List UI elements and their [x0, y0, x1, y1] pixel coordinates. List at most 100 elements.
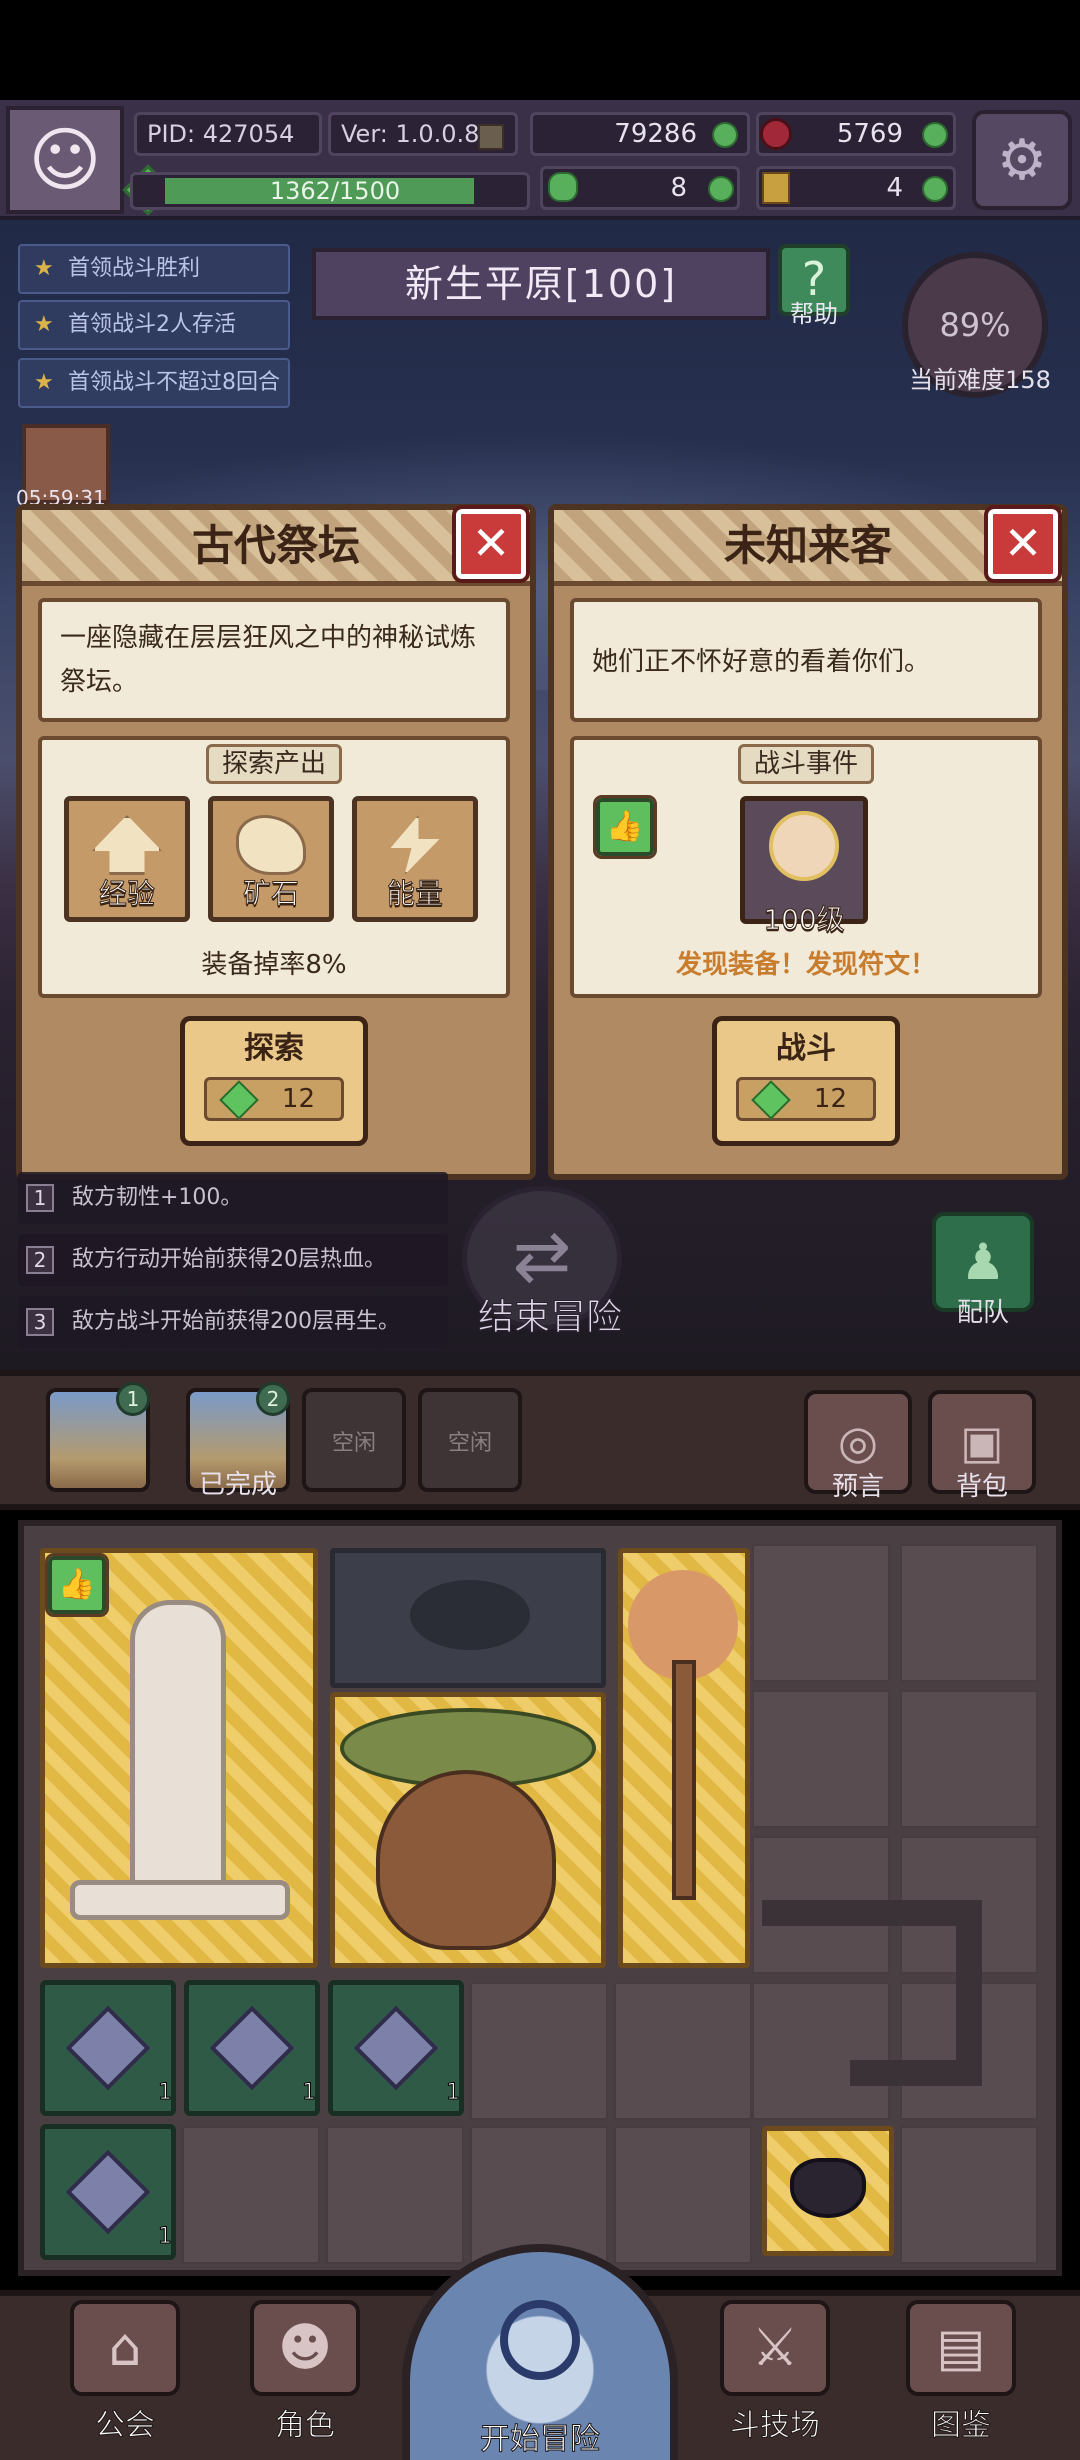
thumbs-up-icon: 👍	[45, 1553, 109, 1617]
ore-icon	[236, 815, 306, 875]
codex-book-icon: ▤	[906, 2300, 1016, 2396]
nav-label: 公会	[95, 2408, 156, 2444]
quest-label: 首领战斗2人存活	[68, 312, 236, 337]
shadow-creature-icon	[410, 1580, 530, 1650]
map-path	[762, 1900, 982, 1926]
grid-cell[interactable]	[900, 2126, 1038, 2264]
item-quantity: 1	[158, 2224, 173, 2250]
yield-label: 经验	[98, 877, 155, 910]
status-bar	[0, 0, 1080, 100]
modifier-text: 敌方韧性+100。	[72, 1185, 243, 1210]
nav-arena[interactable]: ⚔ 斗技场	[680, 2300, 870, 2444]
settings-gear-icon[interactable]: ⚙	[972, 110, 1072, 210]
quest-label: 首领战斗不超过8回合	[68, 370, 280, 395]
close-icon[interactable]: ✕	[452, 505, 530, 583]
panel-title: 未知来客	[554, 510, 1062, 586]
player-avatar[interactable]: ☺	[6, 106, 124, 214]
grid-cell[interactable]	[752, 1982, 890, 2120]
reward-text: 发现装备！发现符文！	[675, 950, 936, 980]
item-quantity: 1	[446, 2080, 461, 2106]
nav-codex[interactable]: ▤ 图鉴	[866, 2300, 1056, 2444]
grid-cell[interactable]	[470, 1982, 608, 2120]
nav-guild[interactable]: ⌂ 公会	[30, 2300, 220, 2444]
team-label[interactable]: 配队	[932, 1292, 1034, 1329]
character-icon: ☻	[250, 2300, 360, 2396]
pid-field: PID: 427054	[134, 112, 322, 156]
slot-idle-label: 空闲	[447, 1431, 492, 1456]
star-icon: ★	[34, 370, 54, 395]
drop-rate-text: 装备掉率8%	[201, 950, 347, 980]
slot-badge: 1	[116, 1382, 150, 1416]
cost-value: 12	[281, 1084, 315, 1114]
item-quantity: 1	[302, 2080, 317, 2106]
expedition-slot-3[interactable]: 空闲	[302, 1388, 406, 1492]
grid-cell[interactable]	[752, 1544, 890, 1682]
modifier-number: 3	[26, 1308, 54, 1336]
pid-text: PID: 427054	[147, 120, 295, 148]
grid-cell[interactable]	[614, 2126, 752, 2264]
gem-icon	[751, 1080, 791, 1120]
yield-ore[interactable]: 矿石	[208, 796, 334, 922]
thumbs-up-icon: 👍	[593, 795, 657, 859]
altar-base	[70, 1880, 290, 1920]
area-title: 新生平原[100]	[312, 248, 770, 320]
copy-icon[interactable]	[478, 124, 504, 150]
panel-title: 古代祭坛	[22, 510, 530, 586]
tree-trunk-icon	[672, 1660, 696, 1900]
prophecy-label[interactable]: 预言	[804, 1466, 912, 1503]
quest-item: ★ 首领战斗胜利	[18, 244, 290, 294]
grid-cell[interactable]	[182, 2126, 320, 2264]
grid-cell[interactable]	[900, 1544, 1038, 1682]
expedition-slot-4[interactable]: 空闲	[418, 1388, 522, 1492]
grid-cell[interactable]	[614, 1982, 752, 2120]
modifier-row: 3 敌方战斗开始前获得200层再生。	[18, 1296, 448, 1348]
map-path	[850, 2060, 982, 2086]
grid-cell[interactable]	[752, 1690, 890, 1828]
clover-plus-icon[interactable]	[708, 176, 734, 202]
modifier-text: 敌方行动开始前获得20层热血。	[72, 1247, 386, 1272]
explore-label: 探索	[244, 1031, 304, 1066]
yield-label: 矿石	[242, 877, 299, 910]
item-quantity: 1	[158, 2080, 173, 2106]
expedition-slot-bar	[0, 1370, 1080, 1510]
grid-cell[interactable]	[326, 2126, 464, 2264]
slot-badge: 2	[256, 1382, 290, 1416]
fight-button[interactable]: 战斗 12	[712, 1016, 900, 1146]
quest-item: ★ 首领战斗不超过8回合	[18, 358, 290, 408]
panel-description: 一座隐藏在层层狂风之中的神秘试炼祭坛。	[38, 598, 510, 722]
fight-label: 战斗	[776, 1031, 836, 1066]
altar-totem-icon	[130, 1600, 226, 1900]
clover-icon	[548, 172, 578, 202]
yield-exp[interactable]: 经验	[64, 796, 190, 922]
backpack-label[interactable]: 背包	[928, 1466, 1036, 1503]
coin-plus-icon[interactable]	[712, 122, 738, 148]
key-icon	[762, 172, 790, 204]
nav-character[interactable]: ☻ 角色	[210, 2300, 400, 2444]
keys-plus-icon[interactable]	[922, 176, 948, 202]
gem-plus-icon[interactable]	[922, 122, 948, 148]
star-icon: ★	[34, 312, 54, 337]
start-adventure-label[interactable]: 开始冒险	[402, 2414, 678, 2458]
cost-pill: 12	[204, 1077, 344, 1121]
yield-energy[interactable]: 能量	[352, 796, 478, 922]
slot-idle-label: 空闲	[331, 1431, 376, 1456]
explore-button[interactable]: 探索 12	[180, 1016, 368, 1146]
help-label[interactable]: 帮助	[778, 294, 850, 329]
yield-label: 能量	[386, 877, 443, 910]
grid-cell[interactable]	[900, 1690, 1038, 1828]
battle-section-title: 战斗事件	[738, 744, 874, 784]
quest-item: ★ 首领战斗2人存活	[18, 300, 290, 350]
magnifier-icon	[500, 2300, 580, 2380]
nav-label: 图鉴	[931, 2408, 992, 2444]
modifier-text: 敌方战斗开始前获得200层再生。	[72, 1309, 400, 1334]
cost-value: 12	[813, 1084, 847, 1114]
cauldron-icon	[790, 2158, 866, 2218]
difficulty-label: 当前难度158	[909, 366, 1051, 394]
modifier-row: 1 敌方韧性+100。	[18, 1172, 448, 1224]
guild-house-icon: ⌂	[70, 2300, 180, 2396]
end-adventure-label[interactable]: 结束冒险	[430, 1288, 670, 1340]
yield-section-title: 探索产出	[206, 744, 342, 784]
close-icon[interactable]: ✕	[984, 505, 1062, 583]
difficulty-percent: 89%	[939, 306, 1011, 344]
slot-status-caption: 已完成	[198, 1470, 277, 1500]
